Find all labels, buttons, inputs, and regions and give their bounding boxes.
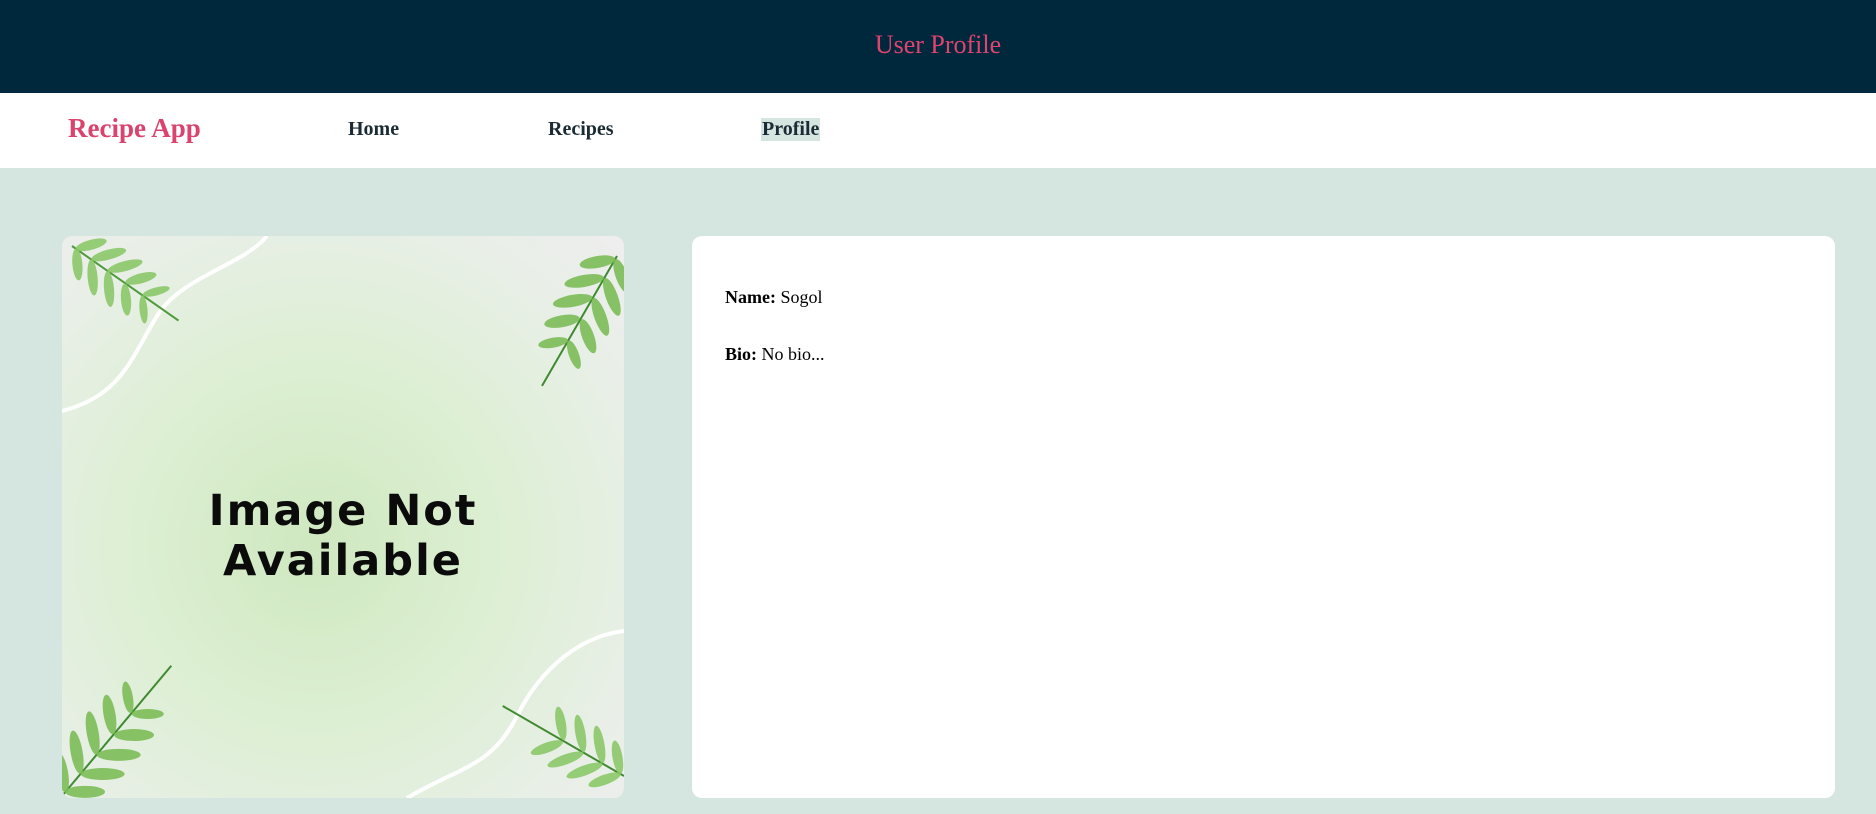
image-not-available-text: Image Not Available — [62, 486, 624, 586]
bio-label: Bio: — [725, 344, 758, 364]
profile-bio-row: Bio: No bio... — [725, 344, 825, 365]
image-text-line2: Available — [223, 536, 463, 586]
name-value: Sogol — [780, 287, 823, 307]
profile-content: Image Not Available Name: Sogol Bio: No … — [0, 168, 1876, 814]
brand-logo[interactable]: Recipe App — [68, 113, 201, 144]
top-banner: User Profile — [0, 0, 1876, 93]
nav-link-recipes[interactable]: Recipes — [548, 118, 614, 141]
name-label: Name: — [725, 287, 776, 307]
bio-value: No bio... — [761, 344, 825, 364]
nav-link-profile[interactable]: Profile — [761, 118, 821, 141]
profile-info-card: Name: Sogol Bio: No bio... — [692, 236, 1835, 798]
profile-image: Image Not Available — [62, 236, 624, 798]
nav-link-home[interactable]: Home — [348, 118, 399, 141]
page-title: User Profile — [874, 29, 1002, 59]
profile-name-row: Name: Sogol — [725, 287, 823, 308]
image-text-line1: Image Not — [208, 486, 478, 536]
navbar: Recipe App Home Recipes Profile — [0, 93, 1876, 168]
